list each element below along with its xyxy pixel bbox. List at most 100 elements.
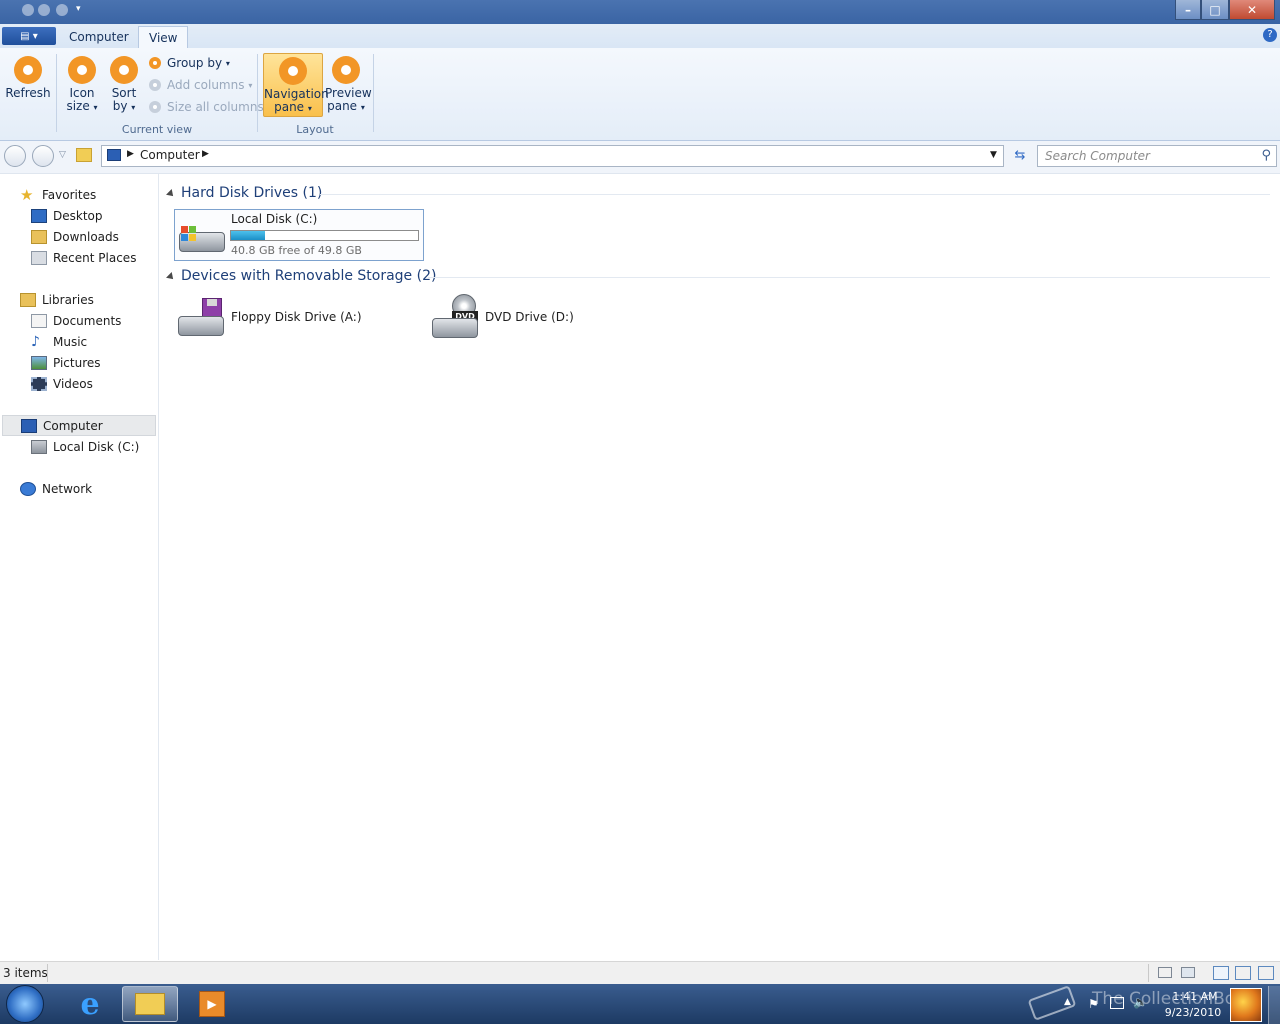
nav-libraries[interactable]: Libraries bbox=[0, 289, 156, 310]
volume-muted-icon[interactable]: 🔈 bbox=[1133, 995, 1148, 1009]
nav-music[interactable]: ♪ Music bbox=[0, 331, 156, 352]
disk-usage-bar bbox=[230, 230, 419, 241]
nav-documents[interactable]: Documents bbox=[0, 310, 156, 331]
up-folder-icon[interactable] bbox=[76, 148, 92, 162]
tiles-view-icon[interactable] bbox=[1181, 967, 1195, 978]
navigation-pane-toggle-icon[interactable] bbox=[1213, 966, 1229, 980]
refresh-button[interactable]: Refresh bbox=[5, 56, 51, 100]
search-icon[interactable]: ⚲ bbox=[1261, 148, 1271, 163]
application-menu-button[interactable]: ▤ ▾ bbox=[2, 27, 56, 45]
nav-downloads[interactable]: Downloads bbox=[0, 226, 156, 247]
show-hidden-icons-icon[interactable]: ▲ bbox=[1064, 997, 1071, 1007]
tab-view[interactable]: View bbox=[138, 26, 189, 49]
music-icon: ♪ bbox=[31, 333, 40, 350]
downloads-folder-icon bbox=[31, 229, 47, 244]
quick-access-icon[interactable] bbox=[38, 4, 50, 16]
close-button[interactable]: ✕ bbox=[1229, 0, 1275, 20]
current-view-group-label: Current view bbox=[121, 123, 193, 136]
preview-pane-label-2: pane bbox=[327, 99, 358, 113]
dropdown-arrow-icon: ▾ bbox=[93, 103, 98, 112]
refresh-icon bbox=[14, 56, 42, 84]
floppy-drive-icon bbox=[178, 296, 224, 338]
nav-favorites[interactable]: ★ Favorites bbox=[0, 184, 156, 205]
recent-pages-dropdown-icon[interactable]: ▽ bbox=[59, 150, 66, 160]
dropdown-arrow-icon: ▾ bbox=[248, 80, 253, 90]
nav-network[interactable]: Network bbox=[0, 478, 156, 499]
start-button[interactable] bbox=[6, 985, 44, 1023]
taskbar-windows-explorer[interactable] bbox=[122, 986, 178, 1022]
documents-icon bbox=[31, 313, 47, 328]
ribbon-separator bbox=[373, 54, 374, 132]
nav-recent-places[interactable]: Recent Places bbox=[0, 247, 156, 268]
navigation-pane-label-2: pane bbox=[274, 100, 305, 114]
local-disk-free-space: 40.8 GB free of 49.8 GB bbox=[231, 244, 362, 257]
show-desktop-button[interactable] bbox=[1268, 986, 1280, 1024]
nav-videos[interactable]: Videos bbox=[0, 373, 156, 394]
size-all-columns-label: Size all columns bbox=[167, 100, 264, 114]
nav-label: Downloads bbox=[53, 229, 119, 244]
sort-by-button[interactable]: Sort by ▾ bbox=[106, 56, 142, 114]
nav-label: Documents bbox=[53, 313, 122, 328]
help-icon[interactable]: ? bbox=[1263, 28, 1277, 42]
add-columns-button[interactable]: Add columns ▾ bbox=[149, 78, 252, 92]
group-by-label: Group by bbox=[167, 56, 223, 70]
group-header-hard-disk-drives[interactable]: Hard Disk Drives (1) bbox=[181, 185, 322, 201]
dropdown-arrow-icon: ▾ bbox=[225, 58, 230, 68]
ribbon-separator bbox=[257, 54, 258, 132]
forward-button[interactable] bbox=[32, 145, 54, 167]
dvd-drive-tile[interactable]: DVD DVD Drive (D:) bbox=[428, 292, 678, 342]
nav-pictures[interactable]: Pictures bbox=[0, 352, 156, 373]
nav-local-disk[interactable]: Local Disk (C:) bbox=[0, 436, 156, 457]
refresh-label: Refresh bbox=[5, 86, 51, 100]
quick-access-icon[interactable] bbox=[22, 4, 34, 16]
dropdown-arrow-icon: ▾ bbox=[131, 103, 136, 112]
breadcrumb-chevron-icon[interactable]: ▶ bbox=[127, 149, 134, 159]
group-by-button[interactable]: Group by ▾ bbox=[149, 56, 230, 70]
navigation-pane-button[interactable]: Navigation pane ▾ bbox=[263, 53, 329, 117]
address-dropdown-icon[interactable]: ▼ bbox=[990, 150, 997, 160]
nav-desktop[interactable]: Desktop bbox=[0, 205, 156, 226]
icon-size-button[interactable]: Icon size ▾ bbox=[63, 56, 101, 114]
floppy-drive-tile[interactable]: Floppy Disk Drive (A:) bbox=[174, 292, 424, 342]
network-icon bbox=[20, 481, 36, 496]
preview-pane-toggle-icon[interactable] bbox=[1258, 966, 1274, 980]
tab-computer[interactable]: Computer bbox=[59, 26, 139, 48]
breadcrumb-computer[interactable]: Computer bbox=[140, 148, 200, 162]
status-divider bbox=[47, 964, 48, 982]
local-disk-tile[interactable]: Local Disk (C:) 40.8 GB free of 49.8 GB bbox=[174, 209, 424, 261]
clock-time[interactable]: 1:41 AM bbox=[1165, 990, 1225, 1003]
size-all-columns-button[interactable]: Size all columns bbox=[149, 100, 264, 114]
group-header-removable-storage[interactable]: Devices with Removable Storage (2) bbox=[181, 268, 436, 284]
refresh-arrows-icon[interactable]: ⇆ bbox=[1009, 145, 1031, 167]
user-flower-icon bbox=[1230, 988, 1262, 1022]
floppy-drive-name: Floppy Disk Drive (A:) bbox=[231, 310, 362, 324]
local-disk-name: Local Disk (C:) bbox=[231, 212, 318, 226]
collapse-group-icon[interactable] bbox=[166, 272, 176, 282]
taskbar-media-player[interactable]: ▶ bbox=[184, 986, 240, 1022]
drive-icon bbox=[31, 439, 47, 454]
item-count: 3 items bbox=[3, 966, 48, 980]
minimize-button[interactable]: – bbox=[1175, 0, 1201, 20]
quick-access-icon[interactable] bbox=[56, 4, 68, 16]
breadcrumb-chevron-icon[interactable]: ▶ bbox=[202, 149, 209, 159]
address-bar[interactable]: ▶ Computer ▶ ▼ bbox=[101, 145, 1004, 167]
search-input[interactable]: Search Computer ⚲ bbox=[1037, 145, 1277, 167]
preview-pane-button[interactable]: Preview pane ▾ bbox=[325, 56, 372, 114]
details-view-icon[interactable] bbox=[1158, 967, 1172, 978]
clock-date[interactable]: 9/23/2010 bbox=[1160, 1006, 1226, 1019]
action-center-flag-icon[interactable]: ⚑ bbox=[1088, 997, 1099, 1011]
add-columns-icon bbox=[149, 79, 161, 91]
dvd-drive-name: DVD Drive (D:) bbox=[485, 310, 574, 324]
nav-label: Recent Places bbox=[53, 250, 137, 265]
collapse-group-icon[interactable] bbox=[166, 189, 176, 199]
details-pane-toggle-icon[interactable] bbox=[1235, 966, 1251, 980]
taskbar-internet-explorer[interactable]: e bbox=[62, 986, 118, 1022]
nav-computer[interactable]: Computer bbox=[2, 415, 156, 436]
maximize-button[interactable]: □ bbox=[1201, 0, 1229, 20]
nav-label: Pictures bbox=[53, 355, 101, 370]
nav-label: Network bbox=[42, 481, 93, 496]
network-tray-icon[interactable] bbox=[1110, 997, 1124, 1009]
quick-access-dropdown-icon[interactable]: ▾ bbox=[76, 4, 81, 14]
back-button[interactable] bbox=[4, 145, 26, 167]
sort-by-label-2: by bbox=[112, 99, 128, 113]
